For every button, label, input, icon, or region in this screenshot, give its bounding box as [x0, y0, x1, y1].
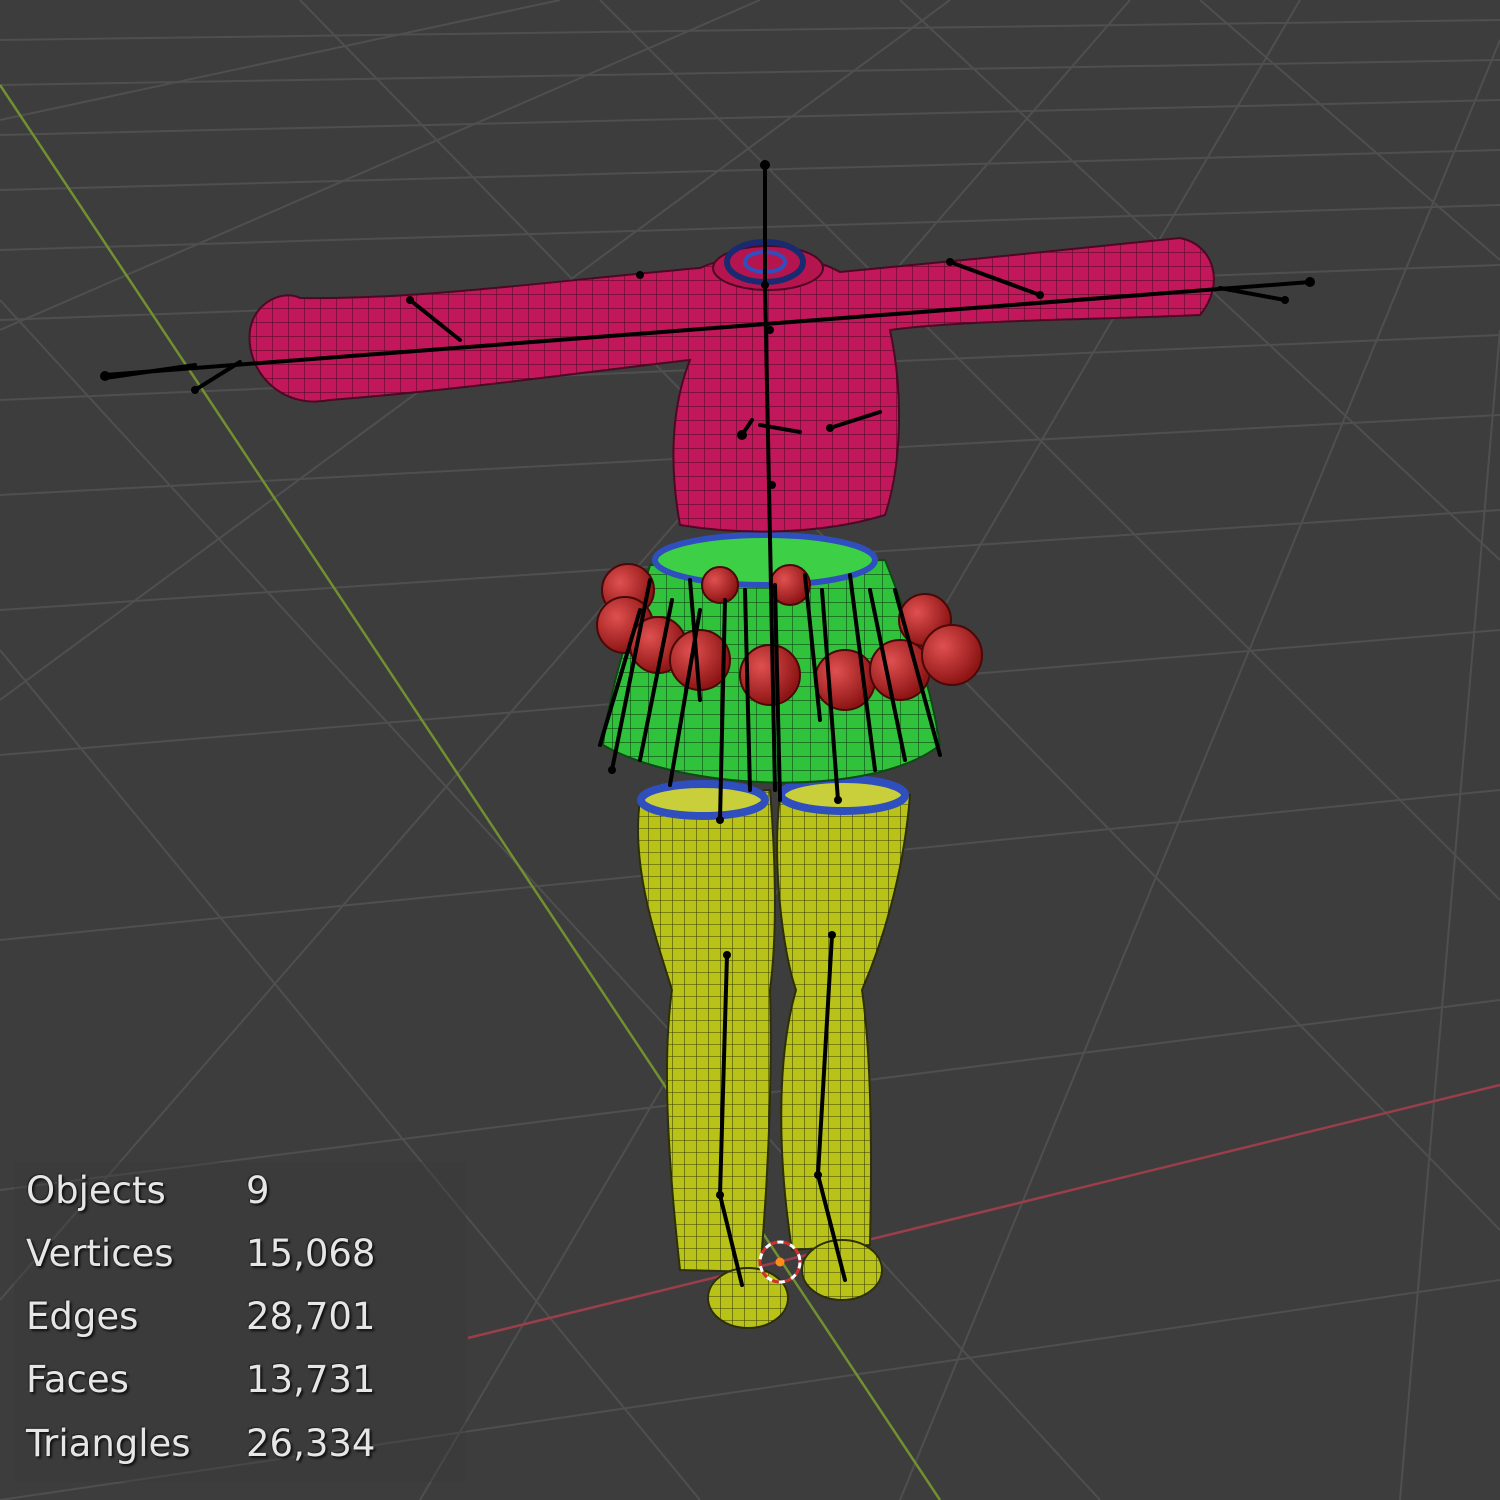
stat-row-vertices: Vertices 15,068	[26, 1225, 375, 1281]
stat-label: Faces	[26, 1357, 129, 1401]
stat-value: 13,731	[246, 1357, 376, 1401]
stat-value: 9	[246, 1168, 270, 1212]
stat-label: Triangles	[26, 1421, 191, 1465]
3d-viewport[interactable]: Objects 9 Vertices 15,068 Edges 28,701 Faces 13…	[0, 0, 1500, 1500]
scene-statistics-overlay: Objects 9 Vertices 15,068 Edges 28,701 Faces 13…	[14, 1162, 466, 1482]
stat-value: 26,334	[246, 1421, 376, 1465]
stat-label: Edges	[26, 1294, 139, 1338]
stat-row-edges: Edges 28,701	[26, 1288, 375, 1344]
stat-label: Objects	[26, 1168, 166, 1212]
stat-row-objects: Objects 9	[26, 1162, 270, 1218]
3d-cursor-icon	[758, 1240, 802, 1284]
x-axis-line	[467, 1083, 1500, 1340]
shirt-mesh	[248, 236, 1215, 533]
stat-row-faces: Faces 13,731	[26, 1351, 375, 1407]
tights-mesh	[636, 775, 912, 1329]
stat-row-triangles: Triangles 26,334	[26, 1415, 375, 1471]
stat-value: 28,701	[246, 1294, 376, 1338]
stat-label: Vertices	[26, 1231, 174, 1275]
stat-value: 15,068	[246, 1231, 376, 1275]
